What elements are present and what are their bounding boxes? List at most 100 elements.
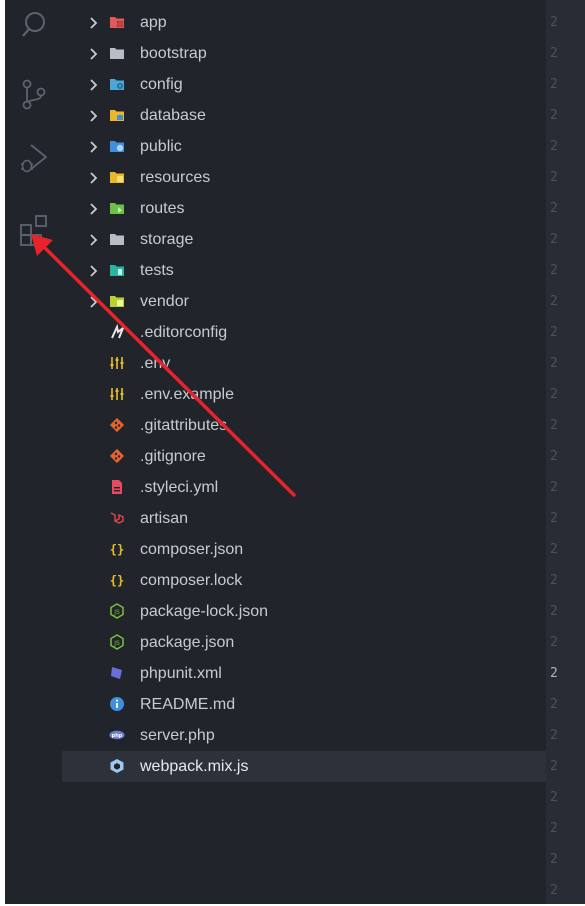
line-number: 2 (550, 263, 558, 278)
folder-item[interactable]: vendor (62, 286, 546, 317)
file-label: .env.example (140, 386, 234, 403)
laravel-icon (109, 510, 125, 526)
folder-item[interactable]: config (62, 69, 546, 100)
file-item[interactable]: artisan (62, 503, 546, 534)
file-label: storage (140, 231, 194, 248)
git-icon (109, 417, 125, 433)
file-label: webpack.mix.js (140, 758, 249, 775)
env-settings-icon (109, 386, 125, 402)
line-number: 2 (550, 170, 558, 185)
file-item[interactable]: JS package-lock.json (62, 596, 546, 627)
extensions-icon (19, 215, 47, 246)
file-item[interactable]: {} composer.lock (62, 565, 546, 596)
line-number: 2 (550, 511, 558, 526)
line-number: 2 (550, 697, 558, 712)
file-label: package-lock.json (140, 603, 269, 620)
file-label: package.json (140, 634, 235, 651)
line-number: 2 (550, 542, 558, 557)
chevron-right-icon[interactable] (87, 38, 101, 69)
file-label: bootstrap (140, 45, 207, 62)
folder-item[interactable]: resources (62, 162, 546, 193)
database-folder-icon (109, 107, 125, 123)
file-label: routes (140, 200, 185, 217)
chevron-right-icon[interactable] (87, 69, 101, 100)
chevron-right-icon[interactable] (87, 162, 101, 193)
file-item[interactable]: .styleci.yml (62, 472, 546, 503)
line-number: 2 (550, 666, 558, 681)
file-item[interactable]: .editorconfig (62, 317, 546, 348)
chevron-right-icon[interactable] (87, 193, 101, 224)
run-debug-button[interactable] (5, 134, 62, 182)
line-number: 2 (550, 356, 558, 371)
line-number: 2 (550, 294, 558, 309)
file-label: tests (140, 262, 174, 279)
editorconfig-icon (109, 323, 126, 340)
line-number: 2 (550, 821, 558, 836)
phpunit-icon (109, 665, 125, 681)
svg-text:JS: JS (113, 640, 120, 647)
folder-item[interactable]: bootstrap (62, 38, 546, 69)
file-label: database (140, 107, 206, 124)
line-number: 2 (550, 604, 558, 619)
file-item[interactable]: phpunit.xml (62, 658, 546, 689)
search-button[interactable] (5, 0, 62, 48)
public-folder-icon (109, 138, 125, 154)
run-debug-icon (20, 144, 47, 173)
folder-item[interactable]: database (62, 100, 546, 131)
file-item[interactable]: {} composer.json (62, 534, 546, 565)
line-number: 2 (550, 728, 558, 743)
git-icon (109, 448, 125, 464)
chevron-right-icon[interactable] (87, 255, 101, 286)
yaml-file-icon (109, 479, 125, 495)
folder-item[interactable]: storage (62, 224, 546, 255)
json-braces-icon: {} (109, 541, 125, 557)
file-item[interactable]: .env (62, 348, 546, 379)
extensions-button[interactable] (5, 206, 62, 254)
editor-gutter: 2 2 2 2 2 2 2 2 2 2 2 2 2 2 2 2 2 2 2 2 2 2 2 2 2 2 2 2 2 (546, 0, 585, 904)
file-item[interactable]: .gitattributes (62, 410, 546, 441)
chevron-right-icon[interactable] (87, 7, 101, 38)
search-icon (21, 12, 45, 37)
svg-text:JS: JS (113, 609, 120, 616)
svg-text:{}: {} (110, 574, 124, 588)
config-folder-icon (109, 76, 125, 92)
line-number: 2 (550, 573, 558, 588)
file-label: config (140, 76, 183, 93)
file-label: composer.json (140, 541, 244, 558)
chevron-right-icon[interactable] (87, 224, 101, 255)
file-item[interactable]: README.md (62, 689, 546, 720)
svg-text:{}: {} (110, 543, 124, 557)
file-item[interactable]: php server.php (62, 720, 546, 751)
chevron-right-icon[interactable] (87, 100, 101, 131)
activity-bar (5, 0, 62, 904)
info-icon (109, 696, 125, 712)
file-item[interactable]: webpack.mix.js (62, 751, 546, 782)
file-item[interactable]: .gitignore (62, 441, 546, 472)
tests-folder-icon (109, 262, 125, 278)
source-control-button[interactable] (5, 70, 62, 118)
folder-item[interactable]: app (62, 7, 546, 38)
line-number: 2 (550, 883, 558, 898)
json-braces-icon: {} (109, 572, 125, 588)
folder-item[interactable]: tests (62, 255, 546, 286)
line-number: 2 (550, 15, 558, 30)
line-number: 2 (550, 759, 558, 774)
folder-item[interactable]: routes (62, 193, 546, 224)
chevron-right-icon[interactable] (87, 286, 101, 317)
chevron-right-icon[interactable] (87, 131, 101, 162)
file-label: README.md (140, 696, 236, 713)
file-label: .gitattributes (140, 417, 228, 434)
file-item[interactable]: .env.example (62, 379, 546, 410)
file-label: public (140, 138, 182, 155)
resources-folder-icon (109, 169, 125, 185)
env-settings-icon (109, 355, 125, 371)
folder-icon (109, 45, 125, 61)
folder-item[interactable]: public (62, 131, 546, 162)
file-label: resources (140, 169, 211, 186)
app-folder-icon (109, 14, 125, 30)
file-item[interactable]: JS package.json (62, 627, 546, 658)
line-number: 2 (550, 852, 558, 867)
line-number: 2 (550, 635, 558, 650)
file-explorer: app bootstrap config database public resource… (62, 0, 546, 904)
file-label: .styleci.yml (140, 479, 219, 496)
